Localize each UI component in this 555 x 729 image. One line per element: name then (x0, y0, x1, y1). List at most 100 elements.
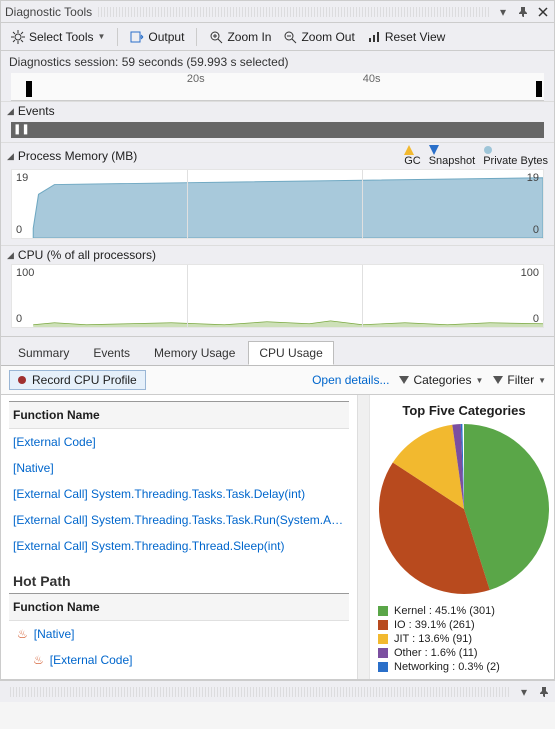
zoom-out-label: Zoom Out (301, 30, 354, 44)
events-strip: ❚❚ (1, 120, 554, 142)
function-row[interactable]: [Native] (9, 455, 349, 481)
memory-section-header[interactable]: ◢ Process Memory (MB) GC Snapshot Privat… (1, 142, 554, 169)
open-details-link[interactable]: Open details... (312, 373, 389, 387)
zoom-in-icon (209, 30, 223, 44)
detail-tabs: Summary Events Memory Usage CPU Usage (1, 336, 554, 365)
categories-dropdown[interactable]: Categories ▼ (399, 373, 483, 387)
filter-icon (399, 376, 409, 384)
zoom-in-button[interactable]: Zoom In (205, 28, 275, 46)
function-name-header[interactable]: Function Name (9, 401, 349, 429)
events-label: Events (18, 104, 55, 118)
flame-icon: ♨ (17, 627, 28, 641)
record-cpu-profile-button[interactable]: Record CPU Profile (9, 370, 146, 390)
filter-icon (493, 376, 503, 384)
legend-swatch (378, 606, 388, 616)
memory-area (12, 170, 543, 238)
chevron-down-icon: ▼ (538, 376, 546, 385)
legend-swatch (378, 634, 388, 644)
legend-snapshot: Snapshot (429, 145, 475, 167)
axis-label: 0 (16, 224, 22, 236)
record-icon (18, 376, 26, 384)
axis-label: 19 (527, 172, 539, 184)
events-bar[interactable]: ❚❚ (11, 122, 544, 138)
ruler-tick: 20s (187, 73, 205, 85)
pause-icon: ❚❚ (13, 124, 30, 135)
chevron-down-icon: ▼ (97, 32, 105, 41)
reset-view-icon (367, 30, 381, 44)
time-ruler[interactable]: 20s 40s (11, 73, 544, 101)
legend-private: Private Bytes (483, 145, 548, 167)
tab-memory-usage[interactable]: Memory Usage (143, 341, 246, 365)
toolbar-separator (196, 28, 197, 46)
legend-row[interactable]: Kernel : 45.1% (301) (378, 604, 550, 618)
legend-label: JIT : 13.6% (91) (394, 633, 472, 645)
axis-label: 0 (533, 224, 539, 236)
toolbar-separator (117, 28, 118, 46)
output-icon (130, 30, 144, 44)
ruler-handle-start[interactable] (26, 81, 32, 97)
ruler-tick: 40s (363, 73, 381, 85)
legend-label: Other : 1.6% (11) (394, 647, 478, 659)
pin-icon[interactable] (516, 5, 530, 19)
zoom-out-button[interactable]: Zoom Out (279, 28, 358, 46)
tab-events[interactable]: Events (82, 341, 141, 365)
hot-path-row[interactable]: ♨[External Code] (9, 647, 349, 673)
filter-dropdown[interactable]: Filter ▼ (493, 373, 546, 387)
collapse-icon: ◢ (7, 151, 14, 162)
axis-label: 100 (16, 267, 34, 279)
memory-label: Process Memory (MB) (18, 149, 137, 163)
select-tools-label: Select Tools (29, 30, 93, 44)
chevron-down-icon: ▼ (475, 376, 483, 385)
cpu-label: CPU (% of all processors) (18, 248, 156, 262)
record-label: Record CPU Profile (32, 373, 137, 387)
tab-cpu-usage[interactable]: CPU Usage (248, 341, 333, 365)
legend-row[interactable]: JIT : 13.6% (91) (378, 632, 550, 646)
hot-path-row[interactable]: ♨[Native] (9, 621, 349, 647)
events-section-header[interactable]: ◢ Events (1, 101, 554, 120)
hot-path-header[interactable]: Function Name (9, 593, 349, 621)
function-row[interactable]: [External Code] (9, 429, 349, 455)
main-toolbar: Select Tools ▼ Output Zoom In Zoom Out R… (1, 23, 554, 51)
axis-label: 0 (16, 313, 22, 325)
tab-summary[interactable]: Summary (7, 341, 80, 365)
function-row[interactable]: [External Call] System.Threading.Tasks.T… (9, 481, 349, 507)
categories-panel: Top Five Categories Kernel : 45.1% (301)… (369, 395, 554, 679)
select-tools-button[interactable]: Select Tools ▼ (7, 28, 109, 46)
gear-icon (11, 30, 25, 44)
ruler-handle-end[interactable] (536, 81, 542, 97)
cpu-line (12, 265, 543, 327)
axis-label: 19 (16, 172, 28, 184)
pin-icon[interactable] (537, 685, 551, 699)
memory-chart[interactable]: 19 0 19 0 (11, 169, 544, 239)
output-button[interactable]: Output (126, 28, 188, 46)
zoom-out-icon (283, 30, 297, 44)
function-row[interactable]: [External Call] System.Threading.Tasks.T… (9, 507, 349, 533)
legend-label: Networking : 0.3% (2) (394, 661, 500, 673)
collapse-icon: ◢ (7, 106, 14, 117)
cpu-details-left: Function Name [External Code][Native][Ex… (1, 395, 357, 679)
legend-row[interactable]: Networking : 0.3% (2) (378, 660, 550, 674)
legend-label: Kernel : 45.1% (301) (394, 605, 495, 617)
reset-view-label: Reset View (385, 30, 445, 44)
legend-label: IO : 39.1% (261) (394, 619, 475, 631)
close-icon[interactable] (536, 5, 550, 19)
window-menu-caret[interactable]: ▾ (517, 685, 531, 699)
legend-row[interactable]: Other : 1.6% (11) (378, 646, 550, 660)
window-title: Diagnostic Tools (5, 5, 92, 19)
pie-legend: Kernel : 45.1% (301) IO : 39.1% (261) JIT … (378, 604, 550, 674)
pie-title: Top Five Categories (378, 399, 550, 424)
legend-gc: GC (404, 145, 421, 167)
cpu-chart[interactable]: 100 0 100 0 (11, 264, 544, 328)
legend-swatch (378, 648, 388, 658)
window-menu-caret[interactable]: ▾ (496, 5, 510, 19)
axis-label: 100 (521, 267, 539, 279)
pie-chart (379, 424, 549, 594)
reset-view-button[interactable]: Reset View (363, 28, 449, 46)
legend-row[interactable]: IO : 39.1% (261) (378, 618, 550, 632)
function-row[interactable]: [External Call] System.Threading.Thread.… (9, 533, 349, 559)
bottom-grip (10, 687, 511, 697)
output-label: Output (148, 30, 184, 44)
title-grip (98, 7, 490, 17)
cpu-section-header[interactable]: ◢ CPU (% of all processors) (1, 245, 554, 264)
vertical-scrollbar[interactable] (357, 395, 369, 679)
